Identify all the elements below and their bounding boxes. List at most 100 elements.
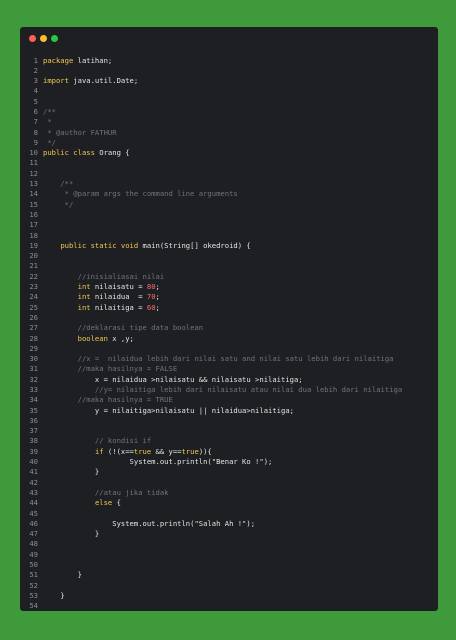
code-line: 7 *	[20, 117, 438, 127]
line-number: 31	[29, 364, 38, 374]
code-text: System.out.println("Benar Ko !");	[43, 457, 273, 467]
line-number: 25	[29, 302, 38, 312]
line-number: 44	[29, 498, 38, 508]
code-text: /**	[43, 179, 73, 189]
line-number: 22	[29, 271, 38, 281]
line-number: 23	[29, 282, 38, 292]
code-line: 16	[20, 210, 438, 220]
code-text: //y= nilaitiga lebih dari nilaisatu atau…	[43, 385, 402, 395]
maximize-window-button[interactable]	[51, 35, 58, 42]
close-window-button[interactable]	[29, 35, 36, 42]
code-token: *	[43, 117, 52, 127]
line-number: 32	[29, 374, 38, 384]
code-line: 53 }	[20, 591, 438, 601]
code-text: }	[43, 590, 65, 601]
line-number: 5	[33, 96, 38, 106]
line-number: 1	[33, 55, 38, 65]
code-line: 9 */	[20, 138, 438, 148]
line-number: 2	[33, 65, 38, 75]
line-number: 12	[29, 168, 38, 178]
line-number: 14	[29, 189, 38, 199]
line-number: 50	[29, 560, 38, 570]
code-text: x = nilaidua >nilaisatu && nilaisatu >ni…	[43, 375, 303, 385]
code-line: 45	[20, 509, 438, 519]
code-line: 39 if (!(x==true && y==true)){	[20, 447, 438, 457]
code-token: }	[43, 590, 65, 600]
code-text: boolean x ,y;	[43, 334, 134, 344]
line-number: 28	[29, 333, 38, 343]
line-number: 45	[29, 508, 38, 518]
code-line: 3 import java.util.Date;	[20, 76, 438, 86]
code-text: */	[43, 138, 56, 148]
code-token: public class	[43, 148, 95, 158]
code-line: 28 boolean x ,y;	[20, 334, 438, 344]
code-text: //x = nilaidua lebih dari nilai satu and…	[43, 354, 394, 364]
line-number: 11	[29, 158, 38, 168]
code-line: 12	[20, 169, 438, 179]
code-token: /**	[43, 106, 56, 116]
code-text: //atau jika tidak	[43, 488, 169, 498]
line-number: 43	[29, 487, 38, 497]
code-token: nilaisatu =	[90, 282, 147, 292]
code-text: *	[43, 117, 52, 127]
line-number: 42	[29, 477, 38, 487]
code-line: 26	[20, 313, 438, 323]
code-line: 50	[20, 560, 438, 570]
code-token: int	[77, 282, 91, 292]
code-token: //maka hasilnya = TRUE	[43, 395, 173, 405]
code-token: x = nilaidua >nilaisatu && nilaisatu >ni…	[43, 374, 303, 384]
code-line: 34 //maka hasilnya = TRUE	[20, 395, 438, 405]
code-line: 44 else {	[20, 498, 438, 508]
code-text: // kondisi if	[43, 436, 151, 446]
code-token: }	[43, 467, 100, 477]
minimize-window-button[interactable]	[40, 35, 47, 42]
code-line: 37	[20, 426, 438, 436]
line-number: 51	[29, 570, 38, 580]
code-line: 48	[20, 539, 438, 549]
code-token: java.util.Date;	[68, 76, 139, 86]
code-token: //deklarasi tipe data boolean	[43, 323, 204, 333]
code-token: //x = nilaidua lebih dari nilai satu and…	[43, 354, 394, 364]
code-line: 18	[20, 231, 438, 241]
code-line: 15 */	[20, 200, 438, 210]
code-token: ;	[155, 292, 160, 302]
code-line: 6 /**	[20, 107, 438, 117]
code-token: * @author FATHUR	[43, 127, 117, 137]
code-line: 2	[20, 66, 438, 76]
line-number: 53	[29, 590, 38, 600]
line-number: 33	[29, 385, 38, 394]
code-text: //maka hasilnya = FALSE	[43, 364, 178, 374]
line-number: 49	[29, 549, 38, 559]
code-token: nilaitiga =	[90, 302, 147, 312]
window-titlebar	[20, 27, 438, 53]
code-token: true	[181, 446, 199, 456]
code-text: import java.util.Date;	[43, 76, 138, 86]
line-number: 3	[33, 76, 38, 86]
code-line: 1 package latihan;	[20, 56, 438, 66]
code-line: 51 }	[20, 570, 438, 580]
code-text: */	[43, 200, 74, 210]
line-number: 41	[29, 467, 38, 477]
code-token: }	[43, 529, 100, 539]
code-line: 13 /**	[20, 179, 438, 189]
code-line: 30 //x = nilaidua lebih dari nilai satu …	[20, 354, 438, 364]
line-number: 24	[29, 292, 38, 302]
code-token: //maka hasilnya = FALSE	[43, 364, 178, 374]
code-line: 29	[20, 344, 438, 354]
line-number: 21	[29, 261, 38, 271]
code-line: 17	[20, 220, 438, 230]
code-line: 49	[20, 550, 438, 560]
code-line: 46 System.out.println("Salah Ah !");	[20, 519, 438, 529]
line-number: 48	[29, 539, 38, 549]
code-token: )){	[198, 446, 212, 456]
code-line: 23 int nilaisatu = 80;	[20, 282, 438, 292]
code-line: 4	[20, 86, 438, 96]
code-text: //maka hasilnya = TRUE	[43, 395, 173, 405]
code-line: 5	[20, 97, 438, 107]
code-token: if	[94, 446, 104, 456]
code-line: 43 //atau jika tidak	[20, 488, 438, 498]
line-number: 38	[29, 436, 38, 446]
code-token: (!(x==	[103, 446, 134, 456]
code-line: 42	[20, 478, 438, 488]
